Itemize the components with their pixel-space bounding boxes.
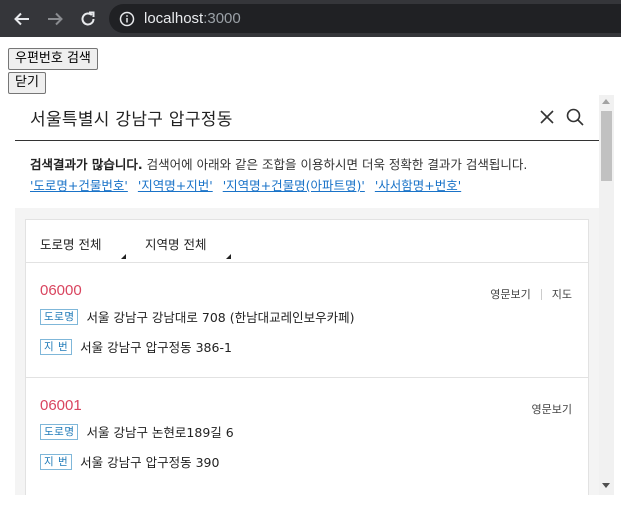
postcode-widget: 서울특별시 강남구 압구정동 검색결과가 많습니다. 검색어에 아래와 같은 조… [15, 95, 600, 495]
list-item[interactable]: 06001 영문보기 도로명 서울 강남구 논현로189길 6 지 번 서울 강… [26, 378, 588, 495]
road-address-text[interactable]: 서울 강남구 논현로189길 6 [86, 422, 233, 441]
reload-icon[interactable] [77, 8, 99, 30]
hint-link-area-building[interactable]: '지역명+건물명(아파트명)' [223, 178, 365, 193]
result-list: 도로명 전체 지역명 전체 06000 영문보기 지도 도로명 서울 강남구 강… [25, 219, 589, 495]
url-port: :3000 [203, 10, 241, 27]
english-view-link[interactable]: 영문보기 [490, 286, 530, 302]
url-text: localhost:3000 [144, 10, 241, 27]
jibun-address[interactable]: 지 번 서울 강남구 압구정동 390 [40, 452, 219, 471]
scroll-up-arrow-icon[interactable] [602, 99, 610, 104]
divider [540, 288, 542, 300]
scrollbar[interactable] [599, 95, 614, 495]
search-bar: 서울특별시 강남구 압구정동 [15, 95, 600, 141]
close-icon[interactable] [538, 108, 556, 126]
scrollbar-thumb[interactable] [601, 111, 612, 181]
list-item[interactable]: 06000 영문보기 지도 도로명 서울 강남구 강남대로 708 (한남대교레… [26, 263, 588, 378]
result-actions: 영문보기 [532, 401, 572, 417]
notice-text: 검색어에 아래와 같은 조합을 이용하시면 더욱 정확한 결과가 검색됩니다. [146, 157, 528, 172]
notice-title: 검색결과가 많습니다. [30, 157, 143, 172]
english-view-link[interactable]: 영문보기 [532, 401, 572, 417]
jibun-address-text[interactable]: 서울 강남구 압구정동 390 [80, 452, 219, 471]
road-filter-caret-icon [121, 254, 126, 259]
result-actions: 영문보기 지도 [490, 286, 572, 302]
search-icon[interactable] [565, 107, 585, 127]
road-address[interactable]: 도로명 서울 강남구 강남대로 708 (한남대교레인보우카페) [40, 307, 355, 326]
jibun-address-text[interactable]: 서울 강남구 압구정동 386-1 [80, 337, 232, 356]
road-address-badge: 도로명 [40, 423, 79, 440]
jibun-address-badge: 지 번 [40, 453, 73, 470]
postcode[interactable]: 06000 [40, 282, 82, 299]
road-address[interactable]: 도로명 서울 강남구 논현로189길 6 [40, 422, 234, 441]
postcode[interactable]: 06001 [40, 397, 82, 414]
forward-arrow-icon[interactable] [44, 8, 66, 30]
scroll-down-arrow-icon[interactable] [602, 483, 610, 488]
close-button[interactable]: 닫기 [8, 72, 46, 94]
back-arrow-icon[interactable] [11, 8, 33, 30]
hint-link-road-building[interactable]: '도로명+건물번호' [30, 178, 128, 193]
road-address-text[interactable]: 서울 강남구 강남대로 708 (한남대교레인보우카페) [86, 307, 354, 326]
browser-toolbar: localhost:3000 [0, 0, 621, 37]
search-notice: 검색결과가 많습니다. 검색어에 아래와 같은 조합을 이용하시면 더욱 정확한… [30, 154, 590, 196]
jibun-address[interactable]: 지 번 서울 강남구 압구정동 386-1 [40, 337, 232, 356]
address-bar[interactable]: localhost:3000 [109, 4, 621, 33]
road-filter-dropdown[interactable]: 도로명 전체 [40, 234, 101, 253]
jibun-address-badge: 지 번 [40, 338, 73, 355]
filter-row: 도로명 전체 지역명 전체 [26, 220, 588, 263]
hint-link-area-jibun[interactable]: '지역명+지번' [138, 178, 213, 193]
hint-link-pobox[interactable]: '사서함명+번호' [375, 178, 461, 193]
search-input[interactable]: 서울특별시 강남구 압구정동 [30, 105, 233, 130]
postcode-search-button[interactable]: 우편번호 검색 [8, 48, 98, 70]
area-filter-caret-icon [226, 254, 231, 259]
info-icon[interactable] [119, 11, 135, 27]
area-filter-dropdown[interactable]: 지역명 전체 [145, 234, 206, 253]
url-host: localhost [144, 10, 204, 27]
map-link[interactable]: 지도 [552, 286, 572, 302]
road-address-badge: 도로명 [40, 308, 79, 325]
